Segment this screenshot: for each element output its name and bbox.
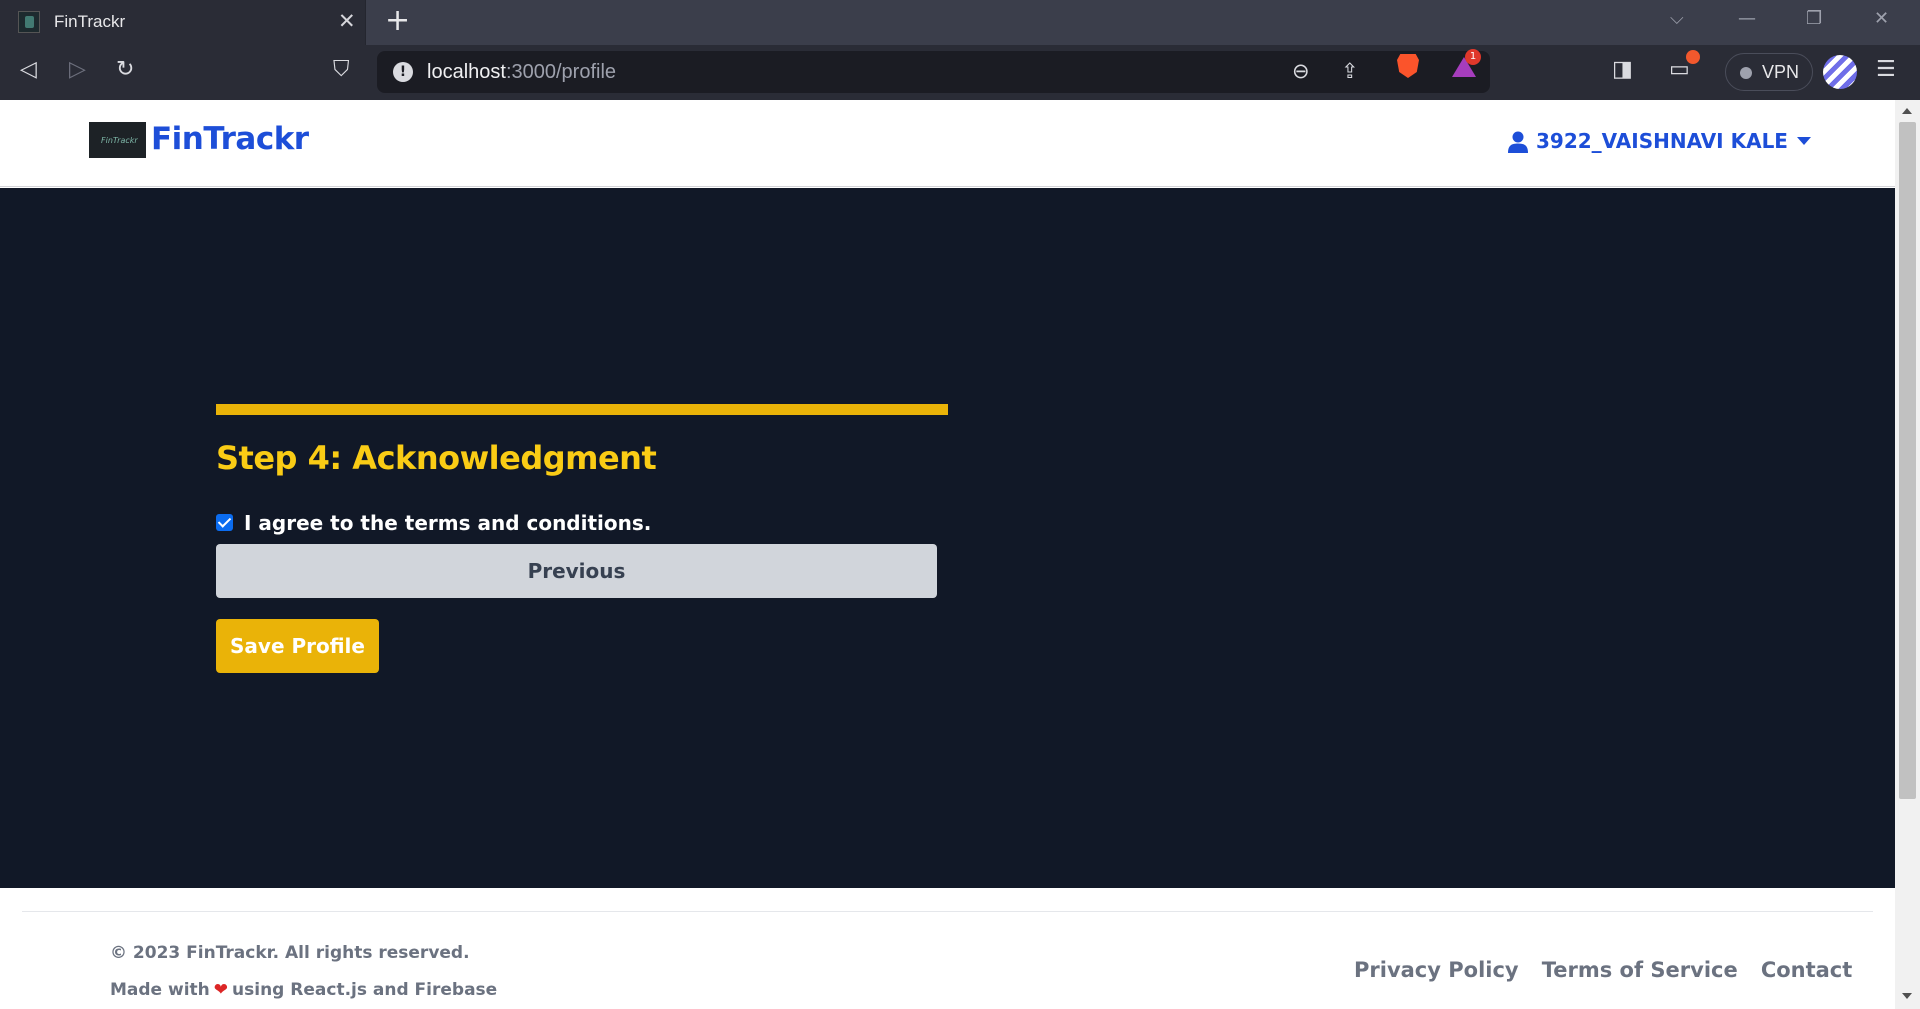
progress-bar xyxy=(216,404,948,415)
agree-label[interactable]: I agree to the terms and conditions. xyxy=(244,511,651,535)
sidebar-icon[interactable]: ◨ xyxy=(1612,57,1633,82)
profile-icon[interactable] xyxy=(1823,55,1857,89)
share-icon[interactable]: ⇪ xyxy=(1341,59,1359,83)
chevron-down-icon[interactable] xyxy=(1797,137,1811,145)
browser-toolbar: ◁ ▷ ↻ ⛉ ! localhost:3000/profile ⊖ ⇪ 1 ◨… xyxy=(0,45,1920,100)
scroll-up-icon[interactable] xyxy=(1902,108,1912,114)
tab-title: FinTrackr xyxy=(54,12,126,31)
user-icon xyxy=(1508,131,1528,153)
brand-logo-text: FinTrackr xyxy=(101,136,138,145)
step-title: Step 4: Acknowledgment xyxy=(216,439,657,477)
url-path: :3000/profile xyxy=(505,61,617,83)
privacy-policy-link[interactable]: Privacy Policy xyxy=(1354,958,1519,982)
brand-name[interactable]: FinTrackr xyxy=(151,121,309,157)
bookmark-icon[interactable]: ⛉ xyxy=(333,57,350,82)
footer: © 2023 FinTrackr. All rights reserved. M… xyxy=(0,888,1895,1009)
favicon-icon xyxy=(18,11,40,33)
page-scrollbar[interactable] xyxy=(1895,100,1920,1009)
menu-icon[interactable]: ☰ xyxy=(1876,57,1896,82)
scroll-thumb[interactable] xyxy=(1899,122,1916,799)
previous-button[interactable]: Previous xyxy=(216,544,937,598)
browser-tab-bar: FinTrackr ✕ + ⌵ — ❐ ✕ xyxy=(0,0,1920,45)
save-profile-button[interactable]: Save Profile xyxy=(216,619,379,673)
user-name: 3922_VAISHNAVI KALE xyxy=(1536,129,1788,153)
zoom-icon[interactable]: ⊖ xyxy=(1292,59,1310,83)
navbar: FinTrackr FinTrackr 3922_VAISHNAVI KALE xyxy=(0,100,1895,187)
site-info-icon[interactable]: ! xyxy=(393,62,413,82)
rewards-badge: 1 xyxy=(1465,49,1481,65)
restore-icon[interactable]: ❐ xyxy=(1806,8,1822,29)
made-with-suffix: using React.js and Firebase xyxy=(232,980,498,1000)
minimize-icon[interactable]: — xyxy=(1738,8,1756,29)
copyright-text: © 2023 FinTrackr. All rights reserved. xyxy=(110,943,470,963)
wallet-badge xyxy=(1686,50,1700,64)
vpn-label: VPN xyxy=(1762,62,1800,82)
url-text[interactable]: localhost:3000/profile xyxy=(427,61,616,84)
made-with-prefix: Made with xyxy=(110,980,210,1000)
terms-of-service-link[interactable]: Terms of Service xyxy=(1542,958,1738,982)
forward-icon[interactable]: ▷ xyxy=(69,57,86,82)
agree-checkbox[interactable] xyxy=(216,514,233,531)
progress-fill xyxy=(216,404,948,415)
profile-form-section: Step 4: Acknowledgment I agree to the te… xyxy=(0,188,1895,888)
reload-icon[interactable]: ↻ xyxy=(116,57,134,82)
browser-tab[interactable]: FinTrackr ✕ xyxy=(0,0,366,45)
heart-icon: ❤ xyxy=(213,980,229,1000)
made-with-text: Made with ❤ using React.js and Firebase xyxy=(110,980,497,1000)
url-host: localhost xyxy=(427,61,506,83)
footer-divider xyxy=(22,911,1873,912)
footer-links: Privacy Policy Terms of Service Contact xyxy=(1354,958,1870,982)
back-icon[interactable]: ◁ xyxy=(20,57,37,82)
page: FinTrackr FinTrackr 3922_VAISHNAVI KALE … xyxy=(0,100,1895,1009)
address-bar[interactable]: ! localhost:3000/profile ⊖ ⇪ xyxy=(377,51,1490,93)
close-window-icon[interactable]: ✕ xyxy=(1874,8,1889,29)
contact-link[interactable]: Contact xyxy=(1761,958,1853,982)
new-tab-button[interactable]: + xyxy=(385,6,410,36)
close-tab-icon[interactable]: ✕ xyxy=(338,9,356,33)
brand-logo[interactable]: FinTrackr xyxy=(89,122,146,158)
vpn-button[interactable]: VPN xyxy=(1725,53,1813,91)
vpn-icon xyxy=(1740,67,1752,79)
scroll-down-icon[interactable] xyxy=(1902,993,1912,999)
tab-search-icon[interactable]: ⌵ xyxy=(1670,8,1684,29)
